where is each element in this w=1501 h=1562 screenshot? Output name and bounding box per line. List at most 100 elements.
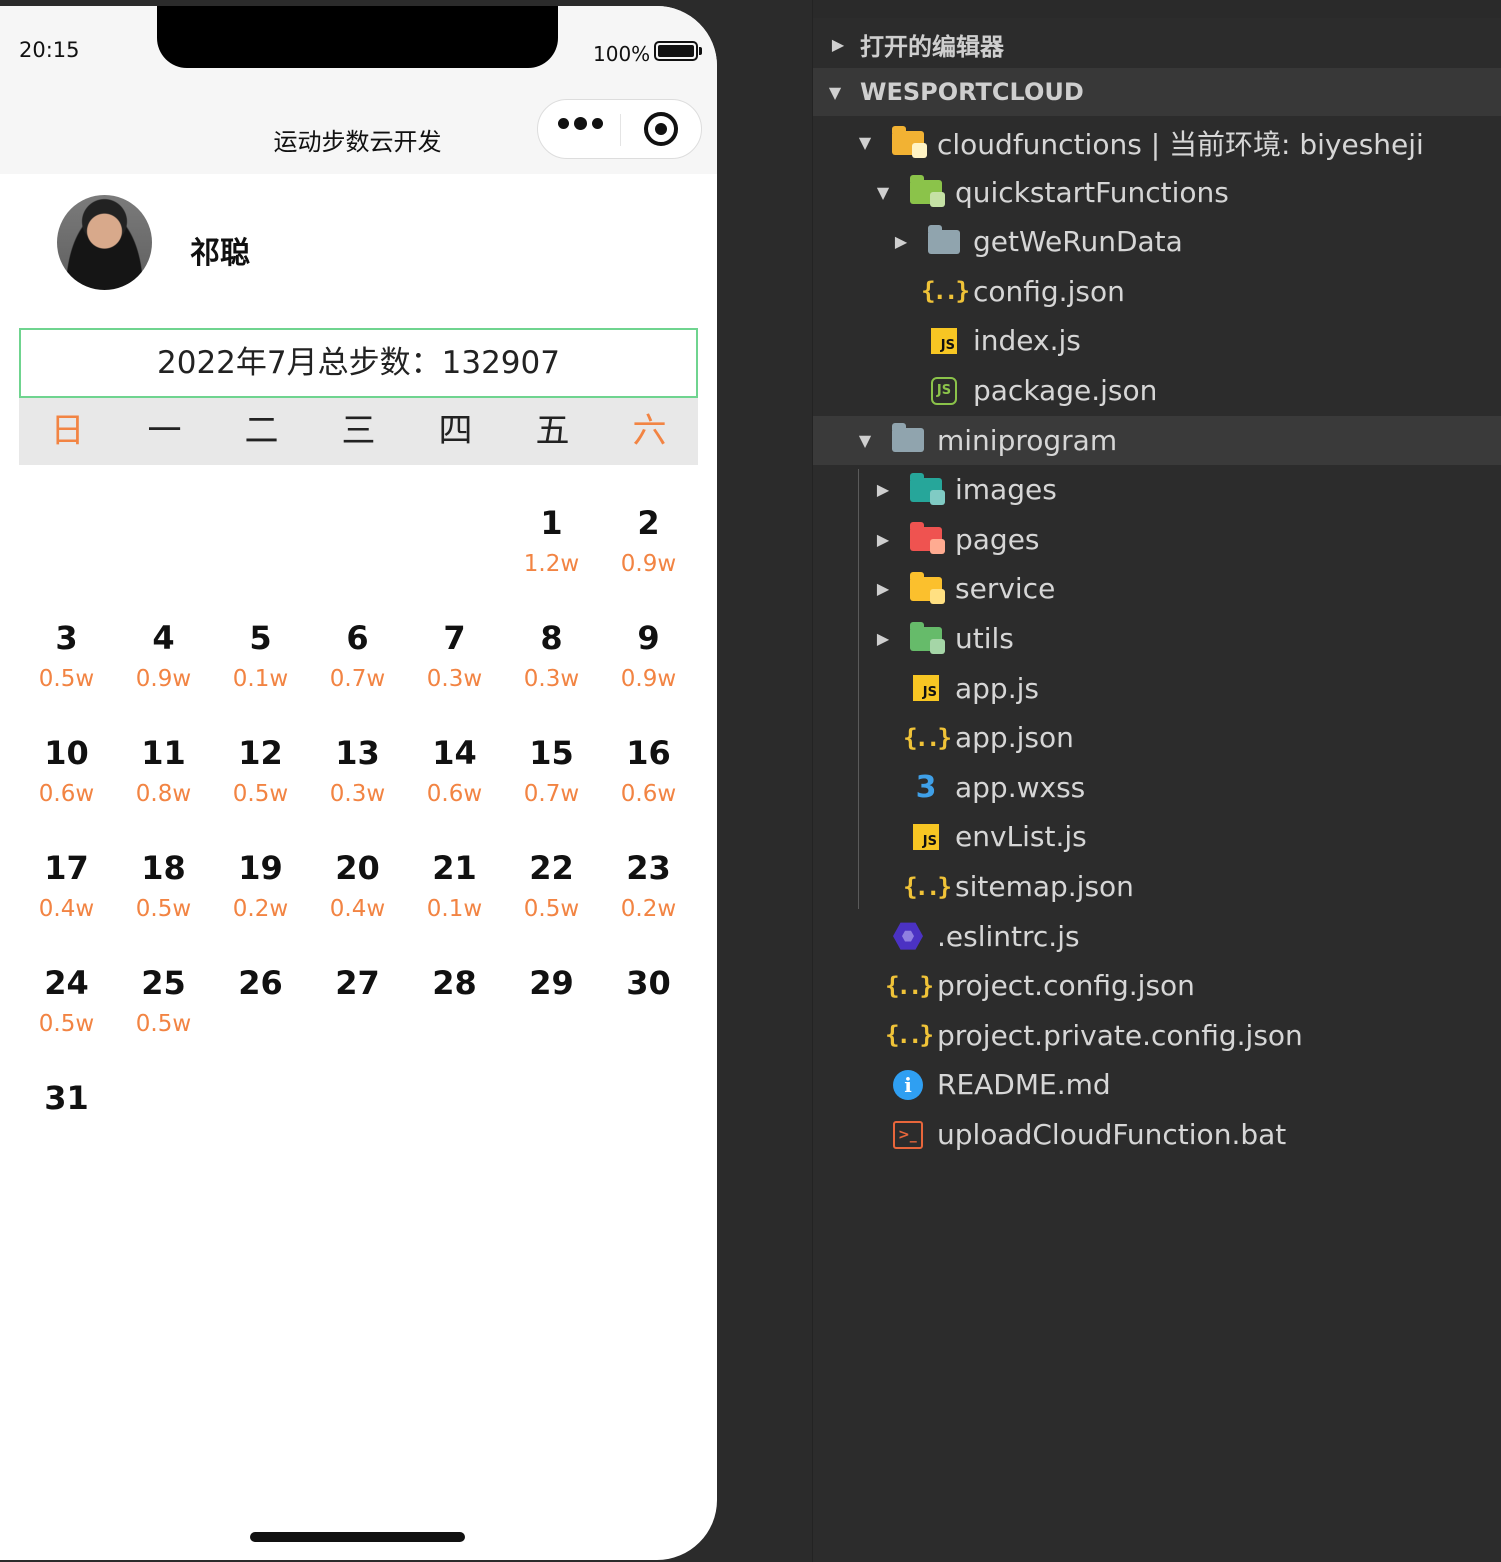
calendar-day-cell[interactable]: 24 0.5w bbox=[18, 963, 115, 1078]
tree-item[interactable]: ▼ quickstartFunctions bbox=[813, 168, 1501, 217]
tree-item[interactable]: {..} app.json bbox=[813, 713, 1501, 762]
tree-item[interactable]: >_ uploadCloudFunction.bat bbox=[813, 1110, 1501, 1159]
calendar-day-cell[interactable]: 28 bbox=[406, 963, 503, 1078]
calendar-day-cell[interactable]: 8 0.3w bbox=[503, 618, 600, 733]
day-number: 26 bbox=[238, 964, 283, 1002]
calendar-day-cell[interactable]: 16 0.6w bbox=[600, 733, 697, 848]
home-indicator[interactable] bbox=[250, 1532, 465, 1542]
js-icon: JS bbox=[907, 822, 945, 852]
chevron-right-icon[interactable]: ▶ bbox=[873, 530, 893, 549]
calendar-day-cell[interactable]: 18 0.5w bbox=[115, 848, 212, 963]
calendar-day-cell[interactable]: 1 1.2w bbox=[503, 503, 600, 618]
open-editors-section[interactable]: ▶ 打开的编辑器 bbox=[813, 20, 1501, 68]
tree-item[interactable]: ▶ pages bbox=[813, 515, 1501, 564]
day-steps: 0.2w bbox=[232, 896, 289, 922]
calendar-day-cell[interactable]: 29 bbox=[503, 963, 600, 1078]
tree-item[interactable]: ▶ images bbox=[813, 465, 1501, 514]
tree-item[interactable]: ▶ service bbox=[813, 564, 1501, 613]
calendar-day-cell[interactable]: 11 0.8w bbox=[115, 733, 212, 848]
calendar-day-cell[interactable]: 26 bbox=[212, 963, 309, 1078]
phone-screen: 20:15 100% 运动步数云开发 祁聪 2022年7月总步数：132907 … bbox=[0, 6, 717, 1560]
calendar-day-cell[interactable]: 6 0.7w bbox=[309, 618, 406, 733]
tree-item-label: cloudfunctions | 当前环境: biyesheji bbox=[937, 127, 1424, 161]
calendar-day-cell[interactable]: 4 0.9w bbox=[115, 618, 212, 733]
tree-item[interactable]: .eslintrc.js bbox=[813, 912, 1501, 961]
tree-item[interactable]: {..} config.json bbox=[813, 267, 1501, 316]
tree-item[interactable]: JS index.js bbox=[813, 316, 1501, 365]
user-name: 祁聪 bbox=[190, 236, 250, 271]
tree-item[interactable]: ▶ utils bbox=[813, 614, 1501, 663]
calendar-week-row: 10 0.6w 11 0.8w 12 0.5w 13 0.3w 14 0.6w 15 0.7w 16 0.… bbox=[18, 733, 697, 848]
day-steps: 0.4w bbox=[38, 896, 95, 922]
chevron-right-icon[interactable]: ▶ bbox=[873, 579, 893, 598]
chevron-right-icon[interactable]: ▶ bbox=[873, 629, 893, 648]
calendar-day-cell[interactable]: 25 0.5w bbox=[115, 963, 212, 1078]
tree-item[interactable]: {..} project.config.json bbox=[813, 961, 1501, 1010]
day-number: 2 bbox=[637, 504, 660, 542]
calendar-day-cell[interactable]: 21 0.1w bbox=[406, 848, 503, 963]
day-steps: 0.5w bbox=[135, 1011, 192, 1037]
calendar-day-cell[interactable]: 30 bbox=[600, 963, 697, 1078]
calendar-day-cell[interactable]: 5 0.1w bbox=[212, 618, 309, 733]
open-folder-icon bbox=[889, 423, 927, 455]
day-number: 13 bbox=[335, 734, 380, 772]
calendar-day-cell[interactable]: 13 0.3w bbox=[309, 733, 406, 848]
tree-item[interactable]: JS envList.js bbox=[813, 812, 1501, 861]
tree-item[interactable]: {..} sitemap.json bbox=[813, 862, 1501, 911]
utils-folder-icon bbox=[907, 621, 945, 654]
chevron-right-icon[interactable]: ▶ bbox=[891, 232, 911, 251]
chevron-right-icon[interactable]: ▶ bbox=[873, 480, 893, 499]
tree-item-label: images bbox=[955, 473, 1057, 507]
tree-item[interactable]: {..} project.private.config.json bbox=[813, 1011, 1501, 1060]
bat-icon: >_ bbox=[889, 1120, 927, 1150]
calendar-day-cell[interactable]: 22 0.5w bbox=[503, 848, 600, 963]
calendar-day-cell[interactable]: 19 0.2w bbox=[212, 848, 309, 963]
calendar-day-cell[interactable]: 20 0.4w bbox=[309, 848, 406, 963]
chevron-down-icon[interactable]: ▼ bbox=[855, 133, 875, 152]
calendar-day-cell[interactable]: 17 0.4w bbox=[18, 848, 115, 963]
calendar-day-cell[interactable]: 3 0.5w bbox=[18, 618, 115, 733]
tree-item-label: .eslintrc.js bbox=[937, 919, 1080, 953]
tree-item[interactable]: ▶ getWeRunData bbox=[813, 217, 1501, 266]
calendar-day-cell bbox=[309, 503, 406, 618]
day-number: 31 bbox=[44, 1079, 89, 1117]
day-number bbox=[406, 503, 503, 543]
tree-item[interactable]: ▼ cloudfunctions | 当前环境: biyesheji bbox=[813, 118, 1501, 167]
file-explorer: ▶ 打开的编辑器 ▼ WESPORTCLOUD ▼ cloudfunctions … bbox=[812, 0, 1501, 1562]
calendar-day-cell[interactable]: 15 0.7w bbox=[503, 733, 600, 848]
function-folder-icon bbox=[907, 175, 945, 208]
chevron-down-icon[interactable]: ▼ bbox=[855, 431, 875, 450]
js-icon: JS bbox=[907, 673, 945, 703]
calendar-week-row: 31 bbox=[18, 1078, 697, 1193]
avatar[interactable] bbox=[57, 195, 152, 290]
day-steps: 0.4w bbox=[329, 896, 386, 922]
tree-item[interactable]: 3 app.wxss bbox=[813, 763, 1501, 812]
day-steps: 0.6w bbox=[38, 781, 95, 807]
section-label: 打开的编辑器 bbox=[860, 32, 1004, 61]
tree-item[interactable]: i README.md bbox=[813, 1060, 1501, 1109]
more-menu-icon[interactable] bbox=[558, 117, 603, 130]
status-time: 20:15 bbox=[19, 38, 80, 62]
day-steps: 0.5w bbox=[38, 666, 95, 692]
calendar-day-cell[interactable]: 12 0.5w bbox=[212, 733, 309, 848]
chevron-down-icon[interactable]: ▼ bbox=[873, 183, 893, 202]
tree-item-label: package.json bbox=[973, 374, 1158, 407]
tree-item[interactable]: JS package.json bbox=[813, 366, 1501, 415]
calendar-day-cell[interactable]: 10 0.6w bbox=[18, 733, 115, 848]
day-steps: 1.2w bbox=[523, 551, 580, 577]
calendar-day-cell[interactable]: 7 0.3w bbox=[406, 618, 503, 733]
calendar-day-cell[interactable]: 14 0.6w bbox=[406, 733, 503, 848]
calendar-day-cell[interactable]: 31 bbox=[18, 1078, 115, 1193]
calendar-day-cell[interactable]: 27 bbox=[309, 963, 406, 1078]
tree-item[interactable]: JS app.js bbox=[813, 664, 1501, 713]
tree-item[interactable]: ▼ miniprogram bbox=[813, 415, 1501, 465]
day-steps: 0.5w bbox=[38, 1011, 95, 1037]
calendar-day-cell[interactable]: 23 0.2w bbox=[600, 848, 697, 963]
day-number: 16 bbox=[626, 734, 671, 772]
calendar-day-cell[interactable]: 9 0.9w bbox=[600, 618, 697, 733]
workspace-section[interactable]: ▼ WESPORTCLOUD bbox=[813, 68, 1501, 116]
tree-item-label: app.json bbox=[955, 721, 1074, 755]
calendar-day-cell[interactable]: 2 0.9w bbox=[600, 503, 697, 618]
day-steps: 0.3w bbox=[329, 781, 386, 807]
close-miniprogram-icon[interactable] bbox=[644, 112, 678, 146]
